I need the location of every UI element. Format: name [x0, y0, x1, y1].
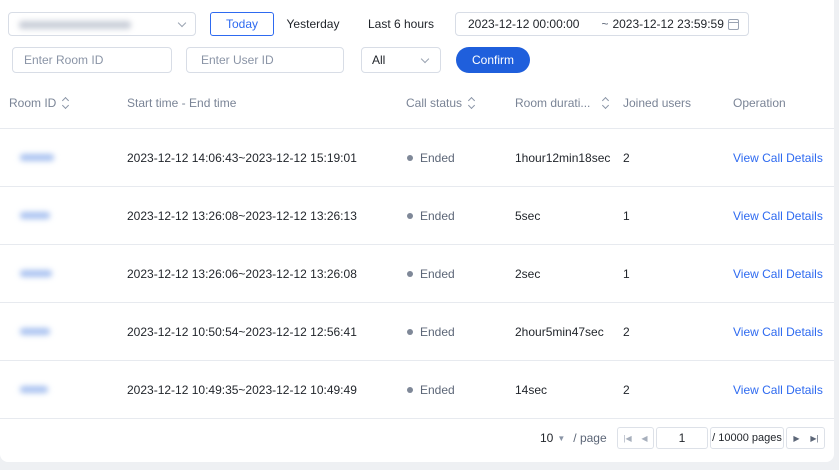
- header-operation-label: Operation: [733, 96, 786, 110]
- call-status-label: Ended: [420, 151, 455, 165]
- table-row: 2023-12-12 13:26:06~2023-12-12 13:26:08 E…: [0, 245, 834, 303]
- prev-page-button[interactable]: ◀: [636, 427, 654, 449]
- call-status-label: Ended: [420, 383, 455, 397]
- sort-icon[interactable]: [602, 97, 610, 109]
- call-status-cell: Ended: [407, 383, 455, 397]
- first-page-button[interactable]: |◀: [617, 427, 637, 449]
- caret-down-icon: ▼: [557, 433, 566, 443]
- header-room-duration[interactable]: Room durati...: [515, 96, 610, 110]
- page-number-input[interactable]: 1: [656, 427, 708, 449]
- call-status-label: Ended: [420, 325, 455, 339]
- page-size-select[interactable]: 10 ▼ / page: [540, 431, 607, 445]
- call-status-label: Ended: [420, 267, 455, 281]
- joined-users-cell: 2: [623, 325, 630, 339]
- chevron-down-icon: [420, 54, 430, 64]
- header-joined-users: Joined users: [623, 96, 691, 110]
- total-pages-label: / 10000 pages: [712, 432, 782, 444]
- header-room-id-label: Room ID: [9, 96, 57, 110]
- header-call-status-label: Call status: [406, 96, 463, 110]
- view-call-details-link[interactable]: View Call Details: [733, 209, 823, 223]
- table-row: 2023-12-12 10:50:54~2023-12-12 12:56:41 E…: [0, 303, 834, 361]
- status-dot-icon: [407, 329, 413, 335]
- status-select[interactable]: All: [361, 47, 441, 73]
- header-room-duration-label: Room durati...: [515, 96, 591, 110]
- room-id-placeholder: Enter Room ID: [24, 53, 104, 67]
- room-id-blurred[interactable]: [20, 328, 50, 335]
- page-size-suffix: / page: [573, 431, 607, 445]
- last-page-icon: ▶|: [810, 433, 819, 443]
- header-operation: Operation: [733, 96, 786, 110]
- header-call-status[interactable]: Call status: [406, 96, 476, 110]
- time-range-cell: 2023-12-12 10:49:35~2023-12-12 10:49:49: [127, 383, 357, 397]
- time-range-cell: 2023-12-12 10:50:54~2023-12-12 12:56:41: [127, 325, 357, 339]
- confirm-button[interactable]: Confirm: [456, 47, 530, 73]
- call-status-label: Ended: [420, 209, 455, 223]
- time-range-cell: 2023-12-12 13:26:06~2023-12-12 13:26:08: [127, 267, 357, 281]
- first-page-icon: |◀: [623, 433, 632, 443]
- page-size-value: 10: [540, 431, 554, 445]
- time-range-cell: 2023-12-12 14:06:43~2023-12-12 15:19:01: [127, 151, 357, 165]
- call-status-cell: Ended: [407, 325, 455, 339]
- view-call-details-link[interactable]: View Call Details: [733, 267, 823, 281]
- call-status-cell: Ended: [407, 267, 455, 281]
- joined-users-cell: 2: [623, 383, 630, 397]
- table-row: 2023-12-12 10:49:35~2023-12-12 10:49:49 E…: [0, 361, 834, 419]
- tab-yesterday[interactable]: Yesterday: [278, 12, 348, 36]
- header-time: Start time - End time: [127, 96, 236, 110]
- room-id-blurred[interactable]: [20, 154, 54, 161]
- header-time-label: Start time - End time: [127, 96, 237, 110]
- table-row: 2023-12-12 13:26:08~2023-12-12 13:26:13 E…: [0, 187, 834, 245]
- view-call-details-link[interactable]: View Call Details: [733, 325, 823, 339]
- status-dot-icon: [407, 155, 413, 161]
- duration-cell: 14sec: [515, 383, 548, 397]
- room-id-blurred[interactable]: [20, 270, 52, 277]
- user-id-input[interactable]: Enter User ID: [186, 47, 344, 73]
- time-range-cell: 2023-12-12 13:26:08~2023-12-12 13:26:13: [127, 209, 357, 223]
- chevron-down-icon: [177, 18, 187, 28]
- call-monitor-panel: Today Yesterday Last 6 hours 2023-12-12 …: [0, 0, 834, 462]
- room-id-blurred[interactable]: [20, 386, 48, 393]
- call-status-cell: Ended: [407, 151, 455, 165]
- table-row: 2023-12-12 14:06:43~2023-12-12 15:19:01 E…: [0, 129, 834, 187]
- tab-last-6-hours[interactable]: Last 6 hours: [356, 12, 446, 36]
- joined-users-cell: 2: [623, 151, 630, 165]
- user-id-placeholder: Enter User ID: [201, 53, 274, 67]
- joined-users-cell: 1: [623, 267, 630, 281]
- status-dot-icon: [407, 387, 413, 393]
- footer-divider: [0, 418, 834, 419]
- tab-today[interactable]: Today: [210, 12, 274, 36]
- calendar-icon: [728, 19, 739, 30]
- status-dot-icon: [407, 271, 413, 277]
- view-call-details-link[interactable]: View Call Details: [733, 383, 823, 397]
- header-room-id[interactable]: Room ID: [9, 96, 70, 110]
- room-id-input[interactable]: Enter Room ID: [12, 47, 172, 73]
- header-joined-users-label: Joined users: [623, 96, 692, 110]
- duration-cell: 2sec: [515, 267, 541, 281]
- status-dot-icon: [407, 213, 413, 219]
- status-select-value: All: [372, 53, 386, 67]
- duration-cell: 5sec: [515, 209, 541, 223]
- duration-cell: 2hour5min47sec: [515, 325, 604, 339]
- joined-users-cell: 1: [623, 209, 630, 223]
- total-pages: / 10000 pages: [710, 427, 784, 449]
- date-range-start: 2023-12-12 00:00:00: [468, 17, 580, 31]
- next-page-icon: ▶: [793, 433, 800, 443]
- app-select[interactable]: [8, 12, 196, 36]
- prev-page-icon: ◀: [641, 433, 648, 443]
- room-id-blurred[interactable]: [20, 212, 50, 219]
- sort-icon[interactable]: [62, 97, 70, 109]
- sort-icon[interactable]: [468, 97, 476, 109]
- next-page-button[interactable]: ▶: [786, 427, 806, 449]
- app-select-value-blurred: [19, 21, 131, 29]
- date-range-end: 2023-12-12 23:59:59: [612, 17, 724, 31]
- date-range-picker[interactable]: 2023-12-12 00:00:00 ~ 2023-12-12 23:59:5…: [455, 12, 749, 36]
- view-call-details-link[interactable]: View Call Details: [733, 151, 823, 165]
- call-status-cell: Ended: [407, 209, 455, 223]
- duration-cell: 1hour12min18sec: [515, 151, 611, 165]
- date-range-separator: ~: [601, 17, 609, 31]
- current-page: 1: [678, 431, 686, 445]
- last-page-button[interactable]: ▶|: [805, 427, 825, 449]
